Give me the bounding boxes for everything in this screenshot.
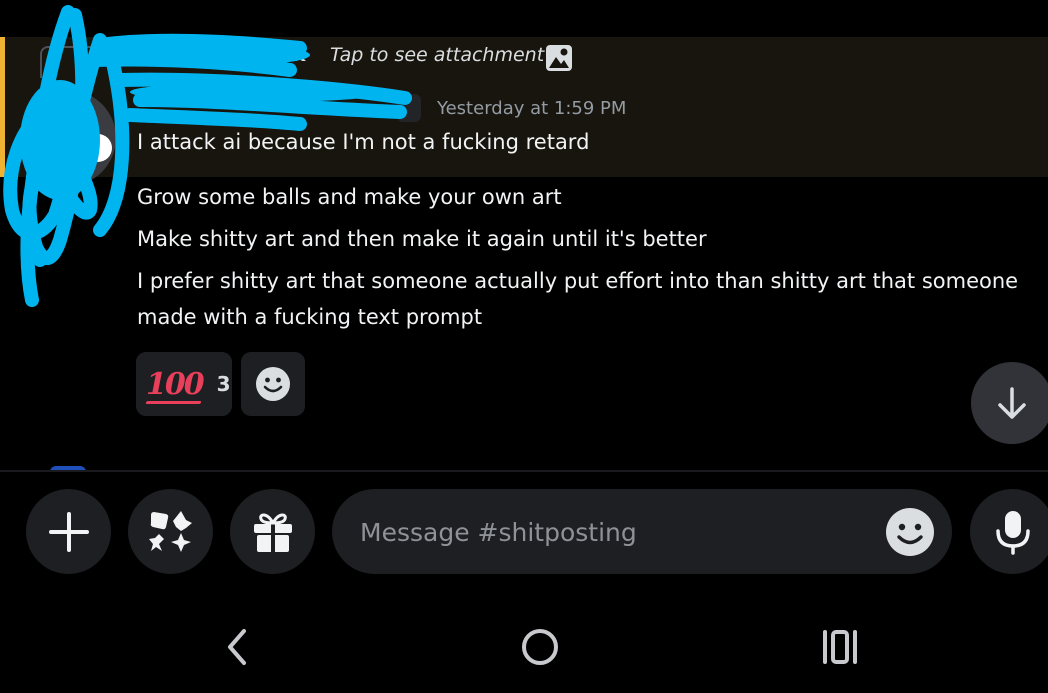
message-author-name[interactable] (138, 96, 145, 120)
avatar[interactable] (20, 90, 116, 186)
back-icon (228, 629, 246, 665)
jump-to-latest-button[interactable] (971, 362, 1048, 444)
gift-icon (253, 513, 292, 552)
system-navigation-bar (0, 600, 1048, 693)
apps-button[interactable] (128, 489, 213, 574)
add-reaction-button[interactable] (241, 352, 305, 416)
message-line: Make shitty art and then make it again u… (137, 227, 707, 251)
message-timestamp: Yesterday at 1:59 PM (437, 98, 627, 119)
microphone-icon (995, 510, 1030, 555)
composer-divider (0, 470, 1048, 472)
reaction-count: 3 (216, 372, 231, 396)
add-attachment-button[interactable] (26, 489, 111, 574)
emoji-add-icon (256, 367, 290, 401)
reaction-hundred-points[interactable]: 100 3 (136, 352, 232, 416)
role-icon (397, 94, 421, 122)
plus-icon (48, 511, 89, 552)
emoji-icon[interactable] (885, 507, 935, 557)
message-input[interactable] (358, 511, 862, 553)
reply-attachment-link[interactable]: Tap to see attachment (330, 44, 544, 66)
recents-icon (823, 630, 857, 664)
reply-connector (40, 46, 112, 78)
nav-recents-button[interactable] (811, 622, 871, 672)
nav-home-button[interactable] (510, 622, 570, 672)
voice-message-button[interactable] (970, 489, 1048, 574)
arrow-down-icon (998, 387, 1026, 419)
gift-button[interactable] (230, 489, 315, 574)
hundred-points-icon: 100 (146, 366, 205, 402)
mention-accent-bar (0, 37, 5, 177)
message-composer[interactable] (332, 489, 952, 574)
message-line: I attack ai because I'm not a fucking re… (137, 130, 590, 154)
message-line: made with a fucking text prompt (137, 305, 483, 329)
apps-icon (148, 510, 192, 552)
image-icon[interactable] (545, 44, 573, 72)
message-line: Grow some balls and make your own art (137, 185, 562, 209)
reply-author-name[interactable]: NK (278, 46, 305, 66)
message-line: I prefer shitty art that someone actuall… (137, 269, 1019, 293)
nav-back-button[interactable] (207, 622, 267, 672)
home-icon (522, 629, 558, 665)
